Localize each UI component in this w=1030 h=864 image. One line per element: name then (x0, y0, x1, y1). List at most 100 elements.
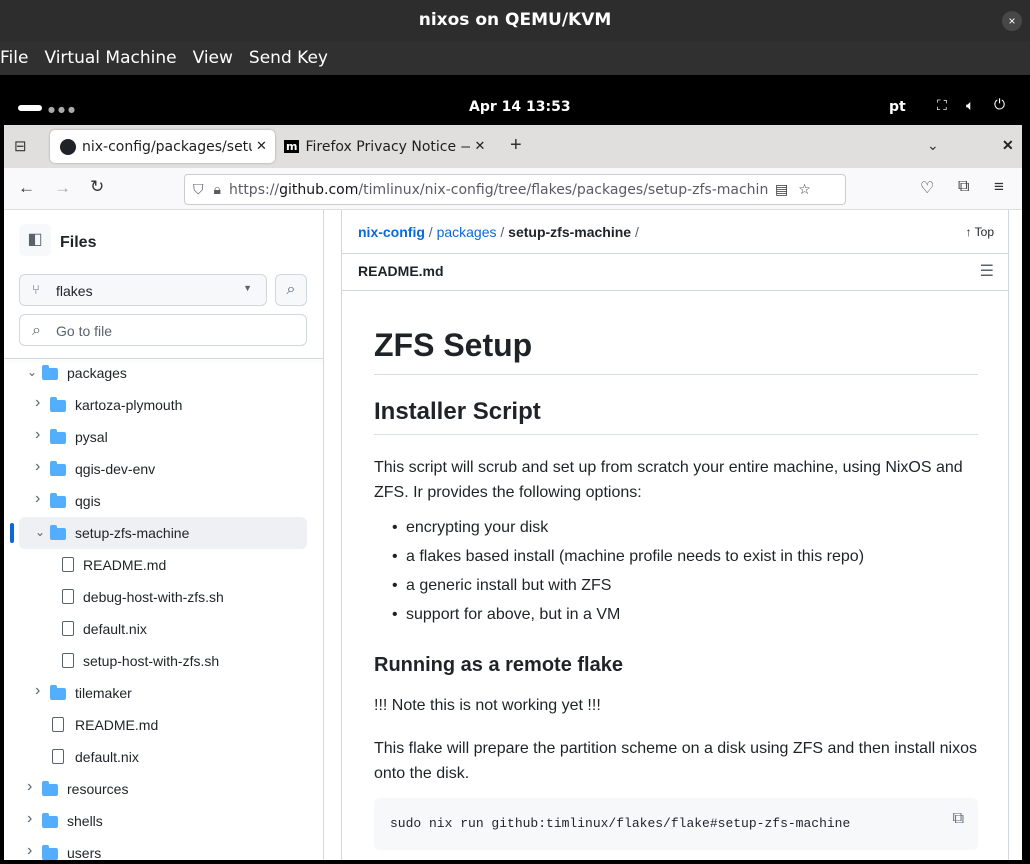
divider (342, 290, 1008, 291)
keyboard-layout[interactable]: pt (889, 99, 906, 115)
chevron-right-icon[interactable]: › (27, 810, 32, 828)
readme-paragraph: !!! Note this is not working yet !!! (374, 697, 601, 714)
tree-item[interactable]: default.nix (4, 741, 324, 773)
search-button[interactable]: ⌕ (275, 274, 307, 306)
readme-paragraph: This script will scrub and set up from s… (374, 459, 963, 501)
tree-item-label: kartoza-plymouth (75, 397, 183, 413)
nav-bar: ← → ↻ ⛉ 🔒︎ https://github.com/timlinux/n… (4, 168, 1022, 210)
arrow-up-icon: ↑ (965, 225, 972, 239)
clock[interactable]: Apr 14 13:53 (469, 99, 571, 115)
branch-name: flakes (56, 283, 93, 299)
breadcrumb-packages-link[interactable]: packages (437, 224, 497, 240)
tree-item[interactable]: › shells (4, 805, 324, 837)
tree-item[interactable]: ⌄ setup-zfs-machine (4, 517, 324, 549)
back-icon[interactable]: ← (18, 178, 35, 198)
chevron-right-icon[interactable]: › (35, 490, 40, 508)
tree-item-label: users (67, 845, 102, 860)
network-icon[interactable]: ⛶ (937, 98, 947, 114)
folder-icon (50, 429, 66, 444)
tab-github[interactable]: nix-config/packages/setup-zfs-machine ✕ (50, 130, 275, 163)
chevron-right-icon[interactable]: › (27, 778, 32, 796)
new-tab-button[interactable]: + (510, 134, 522, 157)
go-to-file-input[interactable]: ⌕ Go to file (19, 314, 307, 346)
list-tabs-chevron-icon[interactable]: ⌄ (927, 137, 939, 154)
tree-item-label: setup-host-with-zfs.sh (83, 653, 220, 669)
tree-item[interactable]: › kartoza-plymouth (4, 389, 324, 421)
tree-item-label: README.md (75, 717, 159, 733)
file-icon (62, 653, 74, 668)
branch-select[interactable]: ⑂ flakes ▼ (19, 274, 267, 306)
tree-item-label: shells (67, 813, 103, 829)
tree-item[interactable]: › resources (4, 773, 324, 805)
breadcrumb-separator: / (634, 224, 639, 240)
folder-icon (50, 685, 66, 700)
tab-privacy-notice[interactable]: m Firefox Privacy Notice — Mozilla ✕ (280, 130, 490, 163)
url-prefix: https:// (228, 181, 280, 198)
window-close-button[interactable]: × (1002, 11, 1022, 31)
chevron-right-icon[interactable]: › (35, 458, 40, 476)
menu-view[interactable]: View (193, 48, 233, 68)
divider (342, 253, 1008, 254)
chevron-right-icon[interactable]: › (35, 394, 40, 412)
volume-icon[interactable]: 🔈︎ (966, 98, 974, 114)
code-block: sudo nix run github:timlinux/flakes/flak… (374, 798, 978, 850)
tree-item[interactable]: › qgis-dev-env (4, 453, 324, 485)
copy-icon[interactable]: ⧉ (953, 810, 964, 828)
tree-item[interactable]: › tilemaker (4, 677, 324, 709)
chevron-right-icon[interactable]: › (27, 842, 32, 860)
bookmark-star-icon[interactable]: ☆ (798, 182, 811, 198)
breadcrumb-repo-link[interactable]: nix-config (358, 224, 425, 240)
tree-item-label: resources (67, 781, 129, 797)
reload-icon[interactable]: ↻ (90, 177, 104, 197)
tree-item[interactable]: ⌄ packages (4, 357, 324, 389)
reader-view-icon[interactable]: ▤ (775, 182, 788, 198)
chevron-down-icon[interactable]: ⌄ (27, 365, 37, 379)
tree-item[interactable]: README.md (4, 709, 324, 741)
tab-close-icon[interactable]: ✕ (474, 139, 485, 154)
readme-h1: ZFS Setup (374, 327, 978, 375)
firefox-view-icon[interactable]: ⊟ (14, 137, 27, 155)
menu-virtual-machine[interactable]: Virtual Machine (44, 48, 176, 68)
folder-icon (42, 813, 58, 828)
folder-icon (42, 845, 58, 860)
tree-item[interactable]: › pysal (4, 421, 324, 453)
chevron-right-icon[interactable]: › (35, 682, 40, 700)
top-button[interactable]: ↑ Top (966, 225, 994, 239)
url-bar[interactable]: ⛉ 🔒︎ https://github.com/timlinux/nix-con… (184, 174, 846, 205)
tree-item-label: tilemaker (75, 685, 132, 701)
menu-icon[interactable]: ≡ (994, 177, 1004, 197)
close-browser-icon[interactable]: ✕ (1002, 137, 1014, 154)
list-item: a generic install but with ZFS (392, 577, 611, 595)
forward-icon[interactable]: → (54, 178, 71, 198)
menu-send-key[interactable]: Send Key (249, 48, 328, 68)
readme-h2: Installer Script (374, 398, 978, 435)
tab-close-icon[interactable]: ✕ (256, 139, 267, 154)
chevron-down-icon[interactable]: ⌄ (35, 525, 45, 539)
tree-item[interactable]: › users (4, 837, 324, 860)
tree-item[interactable]: setup-host-with-zfs.sh (4, 645, 324, 677)
activities-indicator[interactable] (18, 105, 42, 111)
pocket-icon[interactable]: ♡ (920, 178, 934, 198)
lock-icon[interactable]: 🔒︎ (214, 182, 221, 198)
breadcrumb-current: setup-zfs-machine (508, 224, 632, 240)
collapse-sidebar-icon[interactable]: ◧ (19, 224, 51, 256)
outline-icon[interactable]: ☰ (980, 261, 994, 281)
menu-file[interactable]: File (0, 48, 28, 68)
tree-item[interactable]: debug-host-with-zfs.sh (4, 581, 324, 613)
tree-item-label: setup-zfs-machine (75, 525, 190, 541)
search-icon: ⌕ (286, 281, 296, 298)
caret-down-icon: ▼ (243, 283, 252, 293)
tree-item[interactable]: README.md (4, 549, 324, 581)
tree-item[interactable]: › qgis (4, 485, 324, 517)
extensions-icon[interactable]: ⧉ (958, 178, 969, 196)
tree-item-label: default.nix (75, 749, 139, 765)
power-icon[interactable]: ⏻ (994, 97, 1005, 113)
tree-item[interactable]: default.nix (4, 613, 324, 645)
file-icon (52, 749, 64, 764)
file-icon (62, 621, 74, 636)
tree-item-label: README.md (83, 557, 167, 573)
shield-icon[interactable]: ⛉ (193, 182, 204, 198)
chevron-right-icon[interactable]: › (35, 426, 40, 444)
readme-h3: Running as a remote flake (374, 654, 623, 676)
selected-indicator (10, 523, 14, 543)
